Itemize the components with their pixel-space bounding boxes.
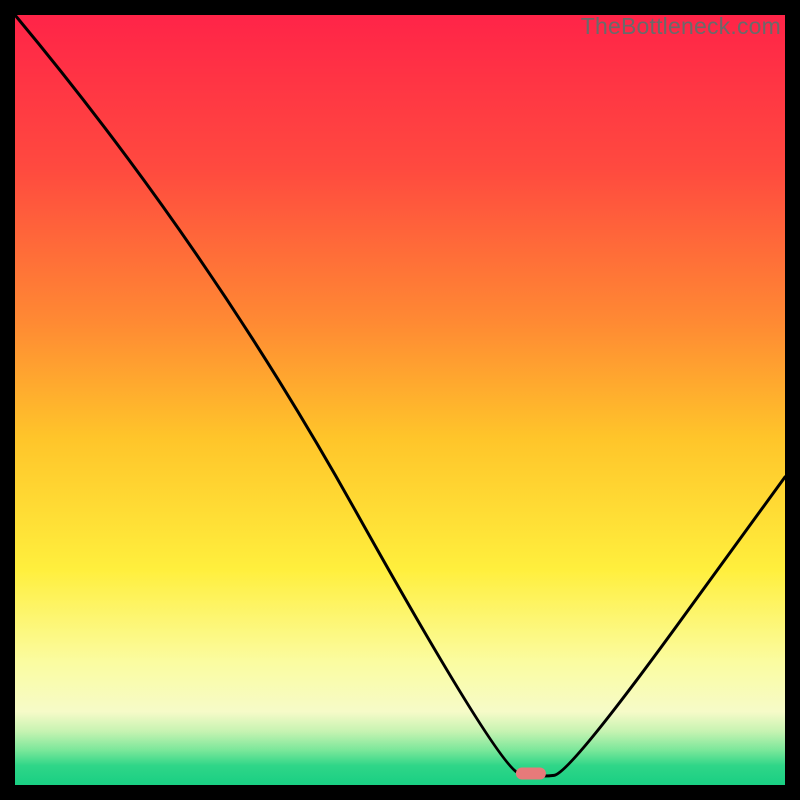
plot-frame: TheBottleneck.com [15, 15, 785, 785]
plot-svg [15, 15, 785, 785]
optimal-marker [516, 767, 546, 779]
watermark-text: TheBottleneck.com [581, 13, 781, 40]
gradient-background [15, 15, 785, 785]
